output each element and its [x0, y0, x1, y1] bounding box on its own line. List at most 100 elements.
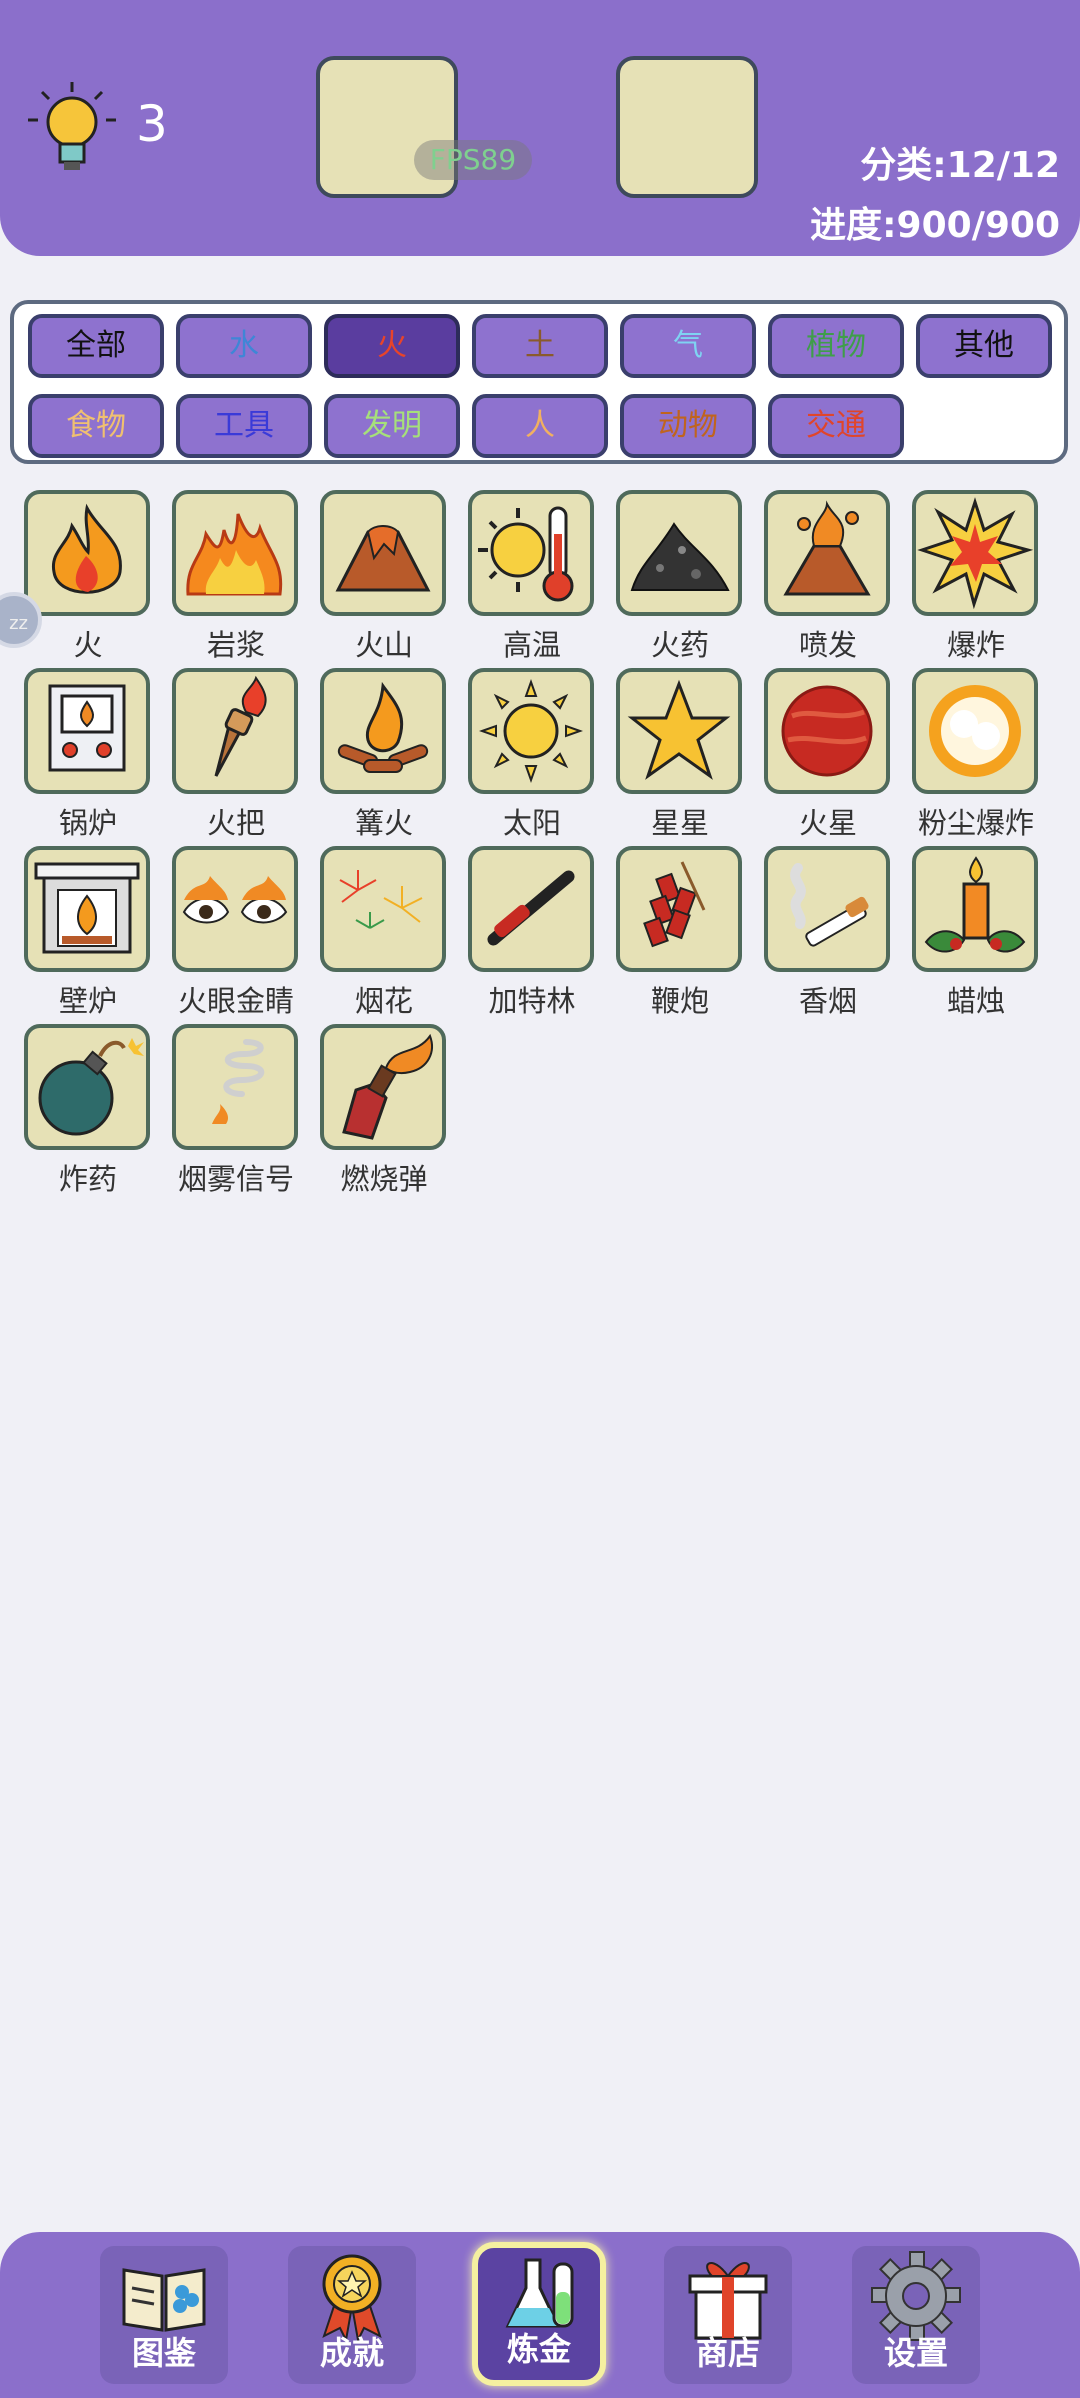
element-tile[interactable]: [764, 490, 890, 616]
fps-counter: FPS89: [414, 140, 532, 180]
element-tile[interactable]: [468, 846, 594, 972]
smoke-signal-icon: [212, 1039, 265, 1124]
element-label: 岩浆: [206, 628, 265, 662]
element-card[interactable]: 太阳: [468, 668, 596, 842]
element-card[interactable]: 岩浆: [172, 490, 300, 664]
element-card[interactable]: 火山: [320, 490, 448, 664]
cigarette-icon: [790, 863, 869, 947]
element-card[interactable]: 火星: [764, 668, 892, 842]
element-tile[interactable]: [24, 668, 150, 794]
element-label: 壁炉: [58, 984, 117, 1018]
element-label: 太阳: [502, 806, 561, 840]
element-card[interactable]: 火把: [172, 668, 300, 842]
element-card[interactable]: 燃烧弹: [320, 1024, 448, 1198]
element-tile[interactable]: [764, 846, 890, 972]
element-tile[interactable]: [172, 490, 298, 616]
nav-label: 商店: [695, 2334, 760, 2372]
element-card[interactable]: 鞭炮: [616, 846, 744, 1020]
element-label: 星星: [650, 806, 709, 840]
hint-count: 3: [136, 95, 168, 153]
element-card[interactable]: 加特林: [468, 846, 596, 1020]
nav-label: 成就: [319, 2334, 384, 2372]
nav-alchemy[interactable]: 炼金: [472, 2242, 606, 2386]
tab-people[interactable]: 人: [472, 394, 608, 458]
category-count: 分类:12/12: [860, 145, 1060, 186]
tab-invention[interactable]: 发明: [324, 394, 460, 458]
element-tile[interactable]: [320, 846, 446, 972]
element-tile[interactable]: [172, 668, 298, 794]
nav-shop[interactable]: 商店: [664, 2246, 792, 2384]
tab-water[interactable]: 水: [176, 314, 312, 378]
element-tile[interactable]: [24, 1024, 150, 1150]
element-card[interactable]: 星星: [616, 668, 744, 842]
element-card[interactable]: 壁炉: [24, 846, 152, 1020]
nav-label: 设置: [883, 2334, 948, 2372]
element-label: 火星: [798, 806, 857, 840]
tab-food[interactable]: 食物: [28, 394, 164, 458]
element-tile[interactable]: [616, 490, 742, 616]
element-tile[interactable]: [764, 668, 890, 794]
gatling-icon: [487, 870, 575, 946]
element-card[interactable]: 爆炸: [912, 490, 1040, 664]
element-card[interactable]: 粉尘爆炸: [912, 668, 1040, 842]
tab-other[interactable]: 其他: [916, 314, 1052, 378]
torch-icon: [214, 675, 267, 777]
top-bar: 3 FPS89 分类:12/12 进度:900/900: [0, 0, 1080, 256]
element-card[interactable]: 锅炉: [24, 668, 152, 842]
nav-label: 炼金: [506, 2330, 571, 2368]
element-tile[interactable]: [320, 490, 446, 616]
nav-encyclopedia[interactable]: 图鉴: [100, 2246, 228, 2384]
mars-icon: [781, 685, 873, 777]
tab-air[interactable]: 气: [620, 314, 756, 378]
element-tile[interactable]: [24, 846, 150, 972]
element-card[interactable]: 烟花: [320, 846, 448, 1020]
element-card[interactable]: 烟雾信号: [172, 1024, 300, 1198]
fire-eyes-icon: [182, 876, 288, 924]
element-card[interactable]: 火眼金睛: [172, 846, 300, 1020]
lightbulb-icon[interactable]: [22, 78, 122, 178]
element-label: 香烟: [798, 984, 857, 1018]
element-card[interactable]: 篝火: [320, 668, 448, 842]
tab-animal[interactable]: 动物: [620, 394, 756, 458]
element-tile[interactable]: [616, 846, 742, 972]
tab-fire[interactable]: 火: [324, 314, 460, 378]
element-tile[interactable]: [616, 668, 742, 794]
tab-tools[interactable]: 工具: [176, 394, 312, 458]
flame-icon: [51, 503, 122, 594]
element-label: 高温: [502, 628, 561, 662]
element-tile[interactable]: [320, 668, 446, 794]
element-card[interactable]: 喷发: [764, 490, 892, 664]
element-card[interactable]: 炸药: [24, 1024, 152, 1198]
sun-icon: [479, 679, 583, 783]
element-label: 烟花: [354, 984, 413, 1018]
element-tile[interactable]: [24, 490, 150, 616]
bomb-icon: [38, 1038, 144, 1136]
element-label: 火药: [650, 628, 709, 662]
molotov-icon: [342, 1033, 433, 1140]
element-label: 火把: [206, 806, 265, 840]
sun-thermometer-icon: [478, 506, 574, 602]
element-card[interactable]: 香烟: [764, 846, 892, 1020]
element-label: 火眼金睛: [177, 984, 294, 1018]
element-card[interactable]: 高温: [468, 490, 596, 664]
element-tile[interactable]: [468, 490, 594, 616]
tab-plant[interactable]: 植物: [768, 314, 904, 378]
element-label: 烟雾信号: [177, 1162, 294, 1196]
combine-slot-right[interactable]: [616, 56, 758, 198]
element-tile[interactable]: [912, 846, 1038, 972]
element-tile[interactable]: [172, 1024, 298, 1150]
nav-settings[interactable]: 设置: [852, 2246, 980, 2384]
tab-all[interactable]: 全部: [28, 314, 164, 378]
element-tile[interactable]: [468, 668, 594, 794]
element-tile[interactable]: [320, 1024, 446, 1150]
element-card[interactable]: 蜡烛: [912, 846, 1040, 1020]
element-tile[interactable]: [912, 490, 1038, 616]
element-card[interactable]: 火: [24, 490, 152, 664]
tab-transport[interactable]: 交通: [768, 394, 904, 458]
explosion-icon: [917, 497, 1034, 610]
element-tile[interactable]: [912, 668, 1038, 794]
tab-earth[interactable]: 土: [472, 314, 608, 378]
element-card[interactable]: 火药: [616, 490, 744, 664]
nav-achievements[interactable]: 成就: [288, 2246, 416, 2384]
element-tile[interactable]: [172, 846, 298, 972]
